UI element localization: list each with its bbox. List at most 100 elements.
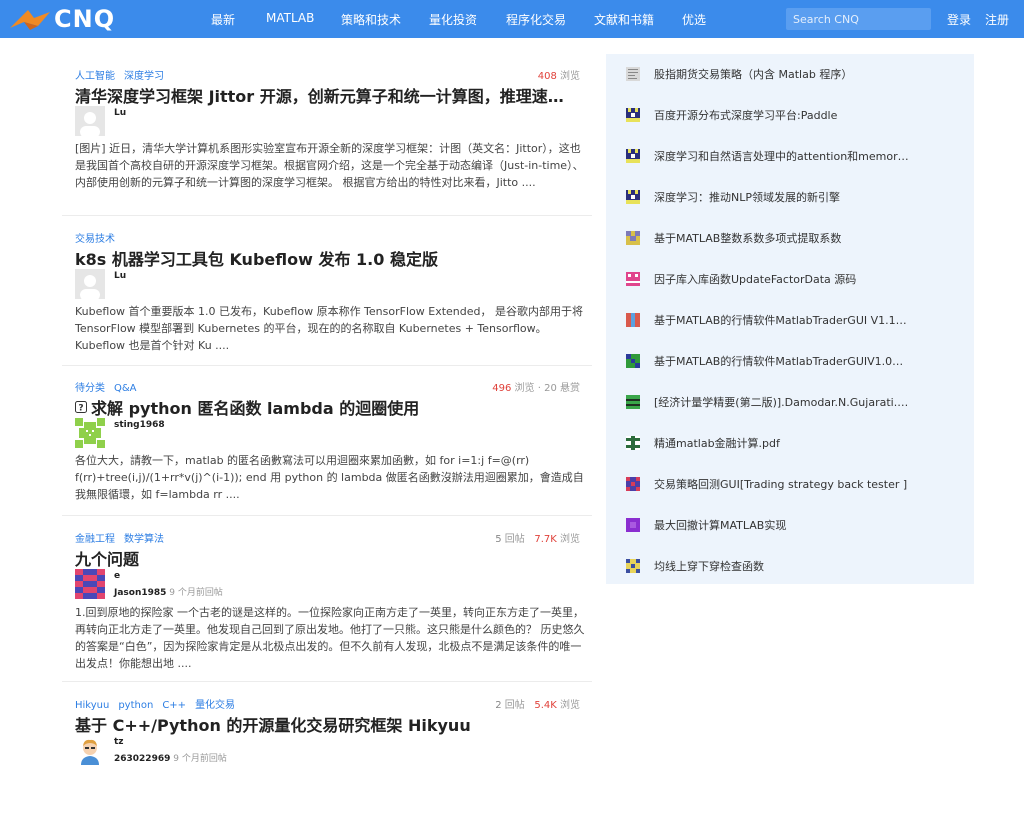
sidebar-item[interactable]: 精通matlab金融计算.pdf [606,423,974,463]
pixel-avatar-icon [626,559,640,573]
avatar[interactable] [75,735,105,765]
replier-name[interactable]: Jason1985 [114,588,166,598]
doc-thumb-icon [626,67,640,81]
reply-label: 回帖 [504,534,525,545]
sidebar-item[interactable]: 基于MATLAB的行情软件MatlabTraderGUIV1.0（附源码） [606,341,974,381]
nav-strategy[interactable]: 策略和技术 [341,11,401,28]
pixel-avatar-icon [626,518,640,532]
avatar[interactable] [75,106,105,136]
sidebar-item-label: 股指期货交易策略（内含 Matlab 程序） [654,68,853,81]
pixel-avatar-icon [626,108,640,122]
tag-link[interactable]: 数学算法 [124,534,164,545]
tag-link[interactable]: Hikyuu [75,700,109,711]
tag-link[interactable]: 金融工程 [75,534,115,545]
sidebar-item-label: 基于MATLAB的行情软件MatlabTraderGUI V1.1（附源码） [654,314,914,327]
pixel-avatar-icon [626,149,640,163]
sidebar-item[interactable]: 深度学习：推动NLP领域发展的新引擎 [606,177,974,217]
avatar[interactable] [75,569,105,599]
cartoon-avatar-icon [75,735,105,765]
author-name[interactable]: Lu [114,108,126,118]
tag-link[interactable]: 交易技术 [75,234,115,245]
login-link[interactable]: 登录 [947,11,971,28]
sidebar-item-label: 均线上穿下穿检查函数 [654,560,764,573]
sidebar-item-label: [经济计量学精要(第二版)].Damodar.N.Gujarati.扫描版 [654,396,914,409]
post-excerpt: 1.回到原地的探险家 一个古老的谜是这样的。一位探险家向正南方走了一英里，转向正… [75,606,585,670]
author-name[interactable]: tz [114,737,124,747]
reply-count: 5 [495,534,502,545]
svg-text:?: ? [78,404,83,414]
sidebar-item[interactable]: [经济计量学精要(第二版)].Damodar.N.Gujarati.扫描版 [606,382,974,422]
tag-link[interactable]: 待分类 [75,383,105,394]
sidebar-item[interactable]: 交易策略回测GUI[Trading strategy back tester ] [606,464,974,504]
avatar[interactable] [75,418,105,448]
post-item: 交易技术 k8s 机器学习工具包 Kubeflow 发布 1.0 稳定版 Lu … [62,216,592,366]
post-item: 待分类 Q&A 496 浏览 · 20 悬赏 ? 求解 python 匿名函数 l… [62,366,592,516]
sidebar-item-label: 基于MATLAB整数系数多项式提取系数 [654,232,842,245]
sidebar-item[interactable]: 最大回撤计算MATLAB实现 [606,505,974,545]
reply-meta: Jason1985 9 个月前回帖 [114,585,223,598]
tag-link[interactable]: Q&A [114,383,137,394]
author-name[interactable]: Lu [114,271,126,281]
view-label: 浏览 [514,383,535,394]
view-label: 浏览 [560,700,580,711]
post-title[interactable]: ? 求解 python 匿名函数 lambda 的迴圈使用 [75,395,575,419]
author-name[interactable]: sting1968 [114,420,165,430]
post-title[interactable]: k8s 机器学习工具包 Kubeflow 发布 1.0 稳定版 [75,246,575,270]
post-title[interactable]: 清华深度学习框架 Jittor 开源，创新元算子和统一计算图，推理速度比 PyT… [75,83,575,107]
post-title[interactable]: 九个问题 [75,546,575,570]
post-tags: 人工智能 深度学习 [75,67,173,82]
reply-time: 9 个月前回帖 [173,754,227,764]
reply-label: 回帖 [504,700,525,711]
pixel-avatar-icon [626,272,640,286]
post-title[interactable]: 基于 C++/Python 的开源量化交易研究框架 Hikyuu [75,712,575,736]
sidebar-item[interactable]: 基于MATLAB整数系数多项式提取系数 [606,218,974,258]
author-name[interactable]: e [114,571,120,581]
view-label: 浏览 [560,71,580,82]
pixel-avatar-icon [626,313,640,327]
tag-link[interactable]: C++ [162,700,186,711]
reward-badge: 20 悬赏 [544,383,580,394]
default-avatar-icon [75,269,105,299]
sidebar-item[interactable]: 深度学习和自然语言处理中的attention和memory机制 [606,136,974,176]
avatar[interactable] [75,269,105,299]
default-avatar-icon [75,106,105,136]
post-stats: 496 浏览 · 20 悬赏 [492,383,580,394]
sidebar-item[interactable]: 百度开源分布式深度学习平台:Paddle [606,95,974,135]
nav-latest[interactable]: 最新 [211,11,235,28]
sidebar-item[interactable]: 基于MATLAB的行情软件MatlabTraderGUI V1.1（附源码） [606,300,974,340]
register-link[interactable]: 注册 [985,11,1009,28]
pixel-avatar-icon [626,190,640,204]
pixel-avatar-icon [75,569,105,599]
post-tags: 待分类 Q&A [75,379,146,394]
sidebar-item[interactable]: 因子库入库函数UpdateFactorData 源码 [606,259,974,299]
sidebar-item-label: 因子库入库函数UpdateFactorData 源码 [654,273,857,286]
question-icon: ? [75,401,87,413]
nav-featured[interactable]: 优选 [682,11,706,28]
post-stats: 5 回帖 7.7K 浏览 [495,530,580,545]
post-excerpt: 各位大大，請教一下，matlab 的匿名函數寫法可以用迴圈來累加函數，如 for… [75,454,584,501]
sidebar-item-label: 百度开源分布式深度学习平台:Paddle [654,109,838,122]
pixel-avatar-icon [626,395,640,409]
sidebar-item-label: 最大回撤计算MATLAB实现 [654,519,787,532]
post-stats: 408 浏览 [538,67,580,82]
nav-literature[interactable]: 文献和书籍 [594,11,654,28]
view-count: 408 [537,71,557,82]
sidebar-item-label: 精通matlab金融计算.pdf [654,437,780,450]
sidebar-item[interactable]: 股指期货交易策略（内含 Matlab 程序） [606,54,974,94]
nav-matlab[interactable]: MATLAB [266,11,314,25]
replier-name[interactable]: 263022969 [114,754,170,764]
pixel-avatar-icon [75,418,105,448]
tag-link[interactable]: 量化交易 [195,700,235,711]
post-tags: 交易技术 [75,230,124,245]
nav-program-trading[interactable]: 程序化交易 [506,11,566,28]
tag-link[interactable]: 深度学习 [124,71,164,82]
search-input[interactable] [786,8,931,30]
sidebar-item-label: 深度学习和自然语言处理中的attention和memory机制 [654,150,914,163]
nav-quant[interactable]: 量化投资 [429,11,477,28]
sidebar-item-label: 深度学习：推动NLP领域发展的新引擎 [654,191,840,204]
view-count: 7.7K [534,534,557,545]
site-logo[interactable]: CNQ [8,5,115,33]
tag-link[interactable]: python [118,700,153,711]
tag-link[interactable]: 人工智能 [75,71,115,82]
sidebar-item[interactable]: 均线上穿下穿检查函数 [606,546,974,586]
